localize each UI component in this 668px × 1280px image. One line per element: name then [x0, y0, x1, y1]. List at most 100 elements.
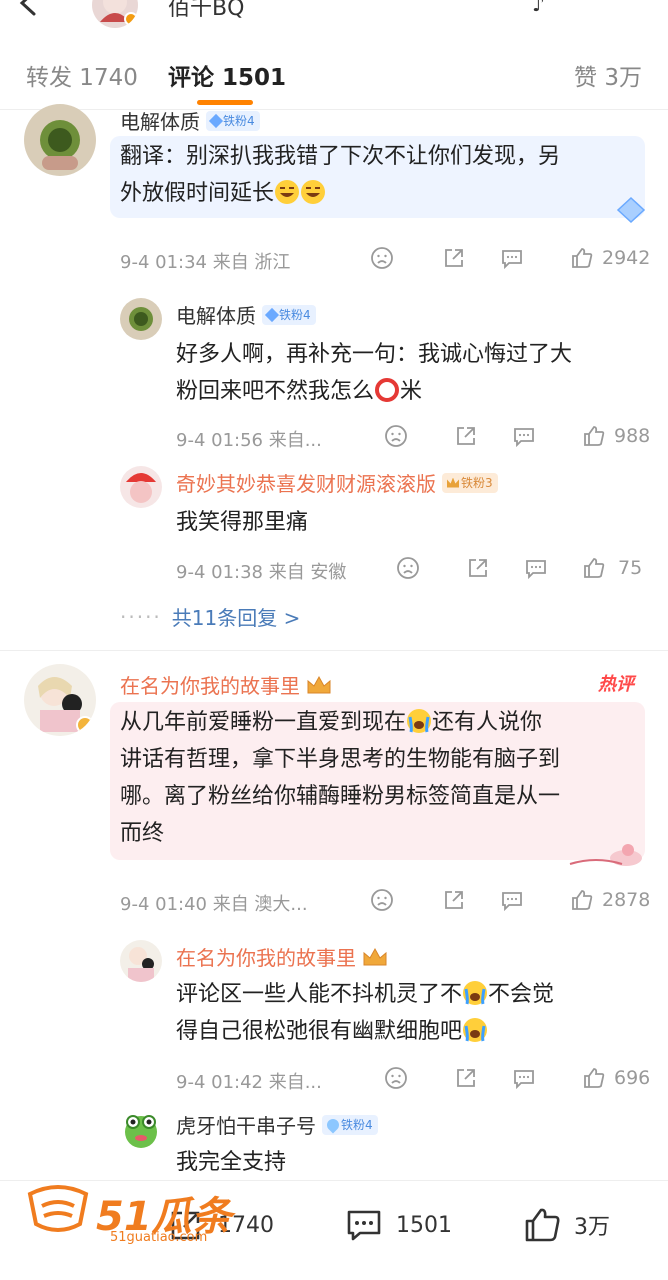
like-count: 988 [614, 425, 651, 447]
reply-meta: 9-4 01:42 来自... [176, 1072, 322, 1093]
username[interactable]: 电解体质 [176, 300, 256, 329]
crown-badge-icon [362, 947, 388, 967]
reply-text: 评论区一些人能不抖机灵了不 不会觉 得自己很松弛很有幽默细胞吧 [176, 976, 646, 1050]
crying-emoji-icon [462, 980, 488, 1006]
top-bar: 佰千BQ ♪ ••• [0, 0, 668, 38]
comment-count: 1501 [396, 1212, 452, 1238]
reply-text: 我完全支持 [176, 1150, 287, 1175]
crying-emoji-icon [462, 1017, 488, 1043]
comment-text: 从几年前爱睡粉一直爱到现在 还有人说你 讲话有哲理，拿下半身思考的生物能有脑子到 … [110, 702, 645, 860]
laugh-cry-emoji-icon [300, 179, 326, 205]
share-icon[interactable] [454, 424, 478, 448]
avatar[interactable] [120, 940, 162, 982]
watermark-site: 51guatiao.com [110, 1230, 208, 1245]
username[interactable]: 奇妙其妙恭喜发财财源滚滚版 [176, 468, 436, 497]
like-icon[interactable] [570, 888, 594, 912]
dislike-icon[interactable] [370, 246, 394, 270]
avatar[interactable] [24, 104, 96, 176]
water-drop-icon [324, 1116, 342, 1133]
share-icon[interactable] [466, 556, 490, 580]
tab-comments[interactable]: 评论 1501 [168, 58, 286, 92]
sparkle-diamond-icon [616, 196, 646, 224]
comment-text-line-1: 从几年前爱睡粉一直爱到现在 还有人说你 [120, 708, 543, 735]
comment-header: 在名为你我的故事里 [120, 670, 332, 699]
fan-badge: 铁粉3 [442, 472, 498, 493]
more-replies-link[interactable]: ····· 共11条回复 > [120, 602, 300, 631]
like-icon[interactable] [582, 1066, 606, 1090]
verified-badge-icon [124, 12, 138, 26]
dots-divider: ····· [120, 604, 162, 629]
avatar[interactable] [120, 466, 162, 508]
comment-icon[interactable] [512, 424, 536, 448]
tab-bar: 转发 1740 评论 1501 赞 3万 [0, 38, 668, 110]
like-icon[interactable] [570, 246, 594, 270]
reply-text-line-2: 粉回来吧不然我怎么米 [176, 377, 423, 404]
crown-icon [447, 477, 459, 488]
crown-badge-icon [306, 675, 332, 695]
comment-divider [0, 650, 668, 651]
diamond-icon [264, 307, 280, 322]
author-avatar[interactable] [92, 0, 138, 28]
watermark-logo-icon [24, 1184, 92, 1236]
like-count: 3万 [574, 1215, 610, 1240]
reply-actions: 696 [384, 1066, 650, 1090]
username[interactable]: 在名为你我的故事里 [120, 670, 300, 699]
reply-actions: 988 [384, 424, 650, 448]
share-icon[interactable] [442, 888, 466, 912]
dislike-icon[interactable] [384, 1066, 408, 1090]
fan-badge: 铁粉4 [322, 1114, 378, 1135]
reply-text: 好多人啊，再补充一句：我诚心悔过了大 粉回来吧不然我怎么米 [176, 336, 646, 410]
active-tab-indicator [197, 100, 253, 105]
username[interactable]: 在名为你我的故事里 [176, 942, 356, 971]
comment-actions: 2942 [370, 246, 650, 270]
dislike-icon[interactable] [370, 888, 394, 912]
back-icon[interactable] [14, 0, 44, 18]
share-icon[interactable] [442, 246, 466, 270]
comment-icon[interactable] [500, 246, 524, 270]
avatar[interactable] [120, 298, 162, 340]
comment-text-line-2: 外放假时间延长 [120, 175, 635, 212]
hot-comment-tag: 热评 [598, 674, 634, 695]
dislike-icon[interactable] [384, 424, 408, 448]
tea-set-decoration-icon [566, 838, 650, 868]
comment-icon[interactable] [524, 556, 548, 580]
comment-icon[interactable] [512, 1066, 536, 1090]
red-circle-icon [374, 377, 400, 403]
verified-badge-icon [76, 716, 94, 734]
like-icon[interactable] [582, 424, 606, 448]
comment-meta: 9-4 01:40 来自 澳大... [120, 894, 308, 915]
avatar[interactable] [24, 664, 96, 736]
username[interactable]: 电解体质 [120, 106, 200, 135]
tab-reposts[interactable]: 转发 1740 [26, 58, 138, 92]
reply-meta: 9-4 01:38 来自 安徽 [176, 562, 347, 583]
site-watermark: 51瓜条 51guatiao.com [24, 1178, 234, 1248]
like-icon [525, 1208, 560, 1242]
laugh-cry-emoji-icon [274, 179, 300, 205]
avatar[interactable] [120, 1108, 162, 1150]
like-count: 2942 [602, 247, 651, 269]
reply-actions: 75 [396, 556, 642, 580]
like-count: 696 [614, 1067, 651, 1089]
tab-likes[interactable]: 赞 3万 [574, 58, 642, 92]
comment-icon [347, 1210, 381, 1241]
reply-text: 我笑得那里痛 [176, 510, 309, 535]
page-title: 佰千BQ [168, 0, 245, 21]
crying-emoji-icon [406, 708, 432, 734]
more-options-icon[interactable]: ••• [606, 0, 651, 11]
comment-header: 电解体质 铁粉4 [120, 106, 260, 135]
reply-header: 电解体质 铁粉4 [176, 300, 316, 329]
music-icon[interactable]: ♪ [532, 0, 584, 16]
reply-text-line-1: 评论区一些人能不抖机灵了不 不会觉 [176, 980, 555, 1007]
reply-header: 在名为你我的故事里 [176, 942, 388, 971]
like-count: 2878 [602, 889, 651, 911]
comment-actions: 2878 [370, 888, 650, 912]
comment-button[interactable]: 1501 [344, 1205, 452, 1245]
share-icon[interactable] [454, 1066, 478, 1090]
comment-meta: 9-4 01:34 来自 浙江 [120, 252, 291, 273]
username[interactable]: 虎牙怕干串子号 [176, 1110, 316, 1139]
like-button[interactable]: 3万 [522, 1205, 610, 1245]
like-icon[interactable] [582, 556, 606, 580]
fan-badge: 铁粉4 [206, 110, 260, 131]
comment-icon[interactable] [500, 888, 524, 912]
dislike-icon[interactable] [396, 556, 420, 580]
